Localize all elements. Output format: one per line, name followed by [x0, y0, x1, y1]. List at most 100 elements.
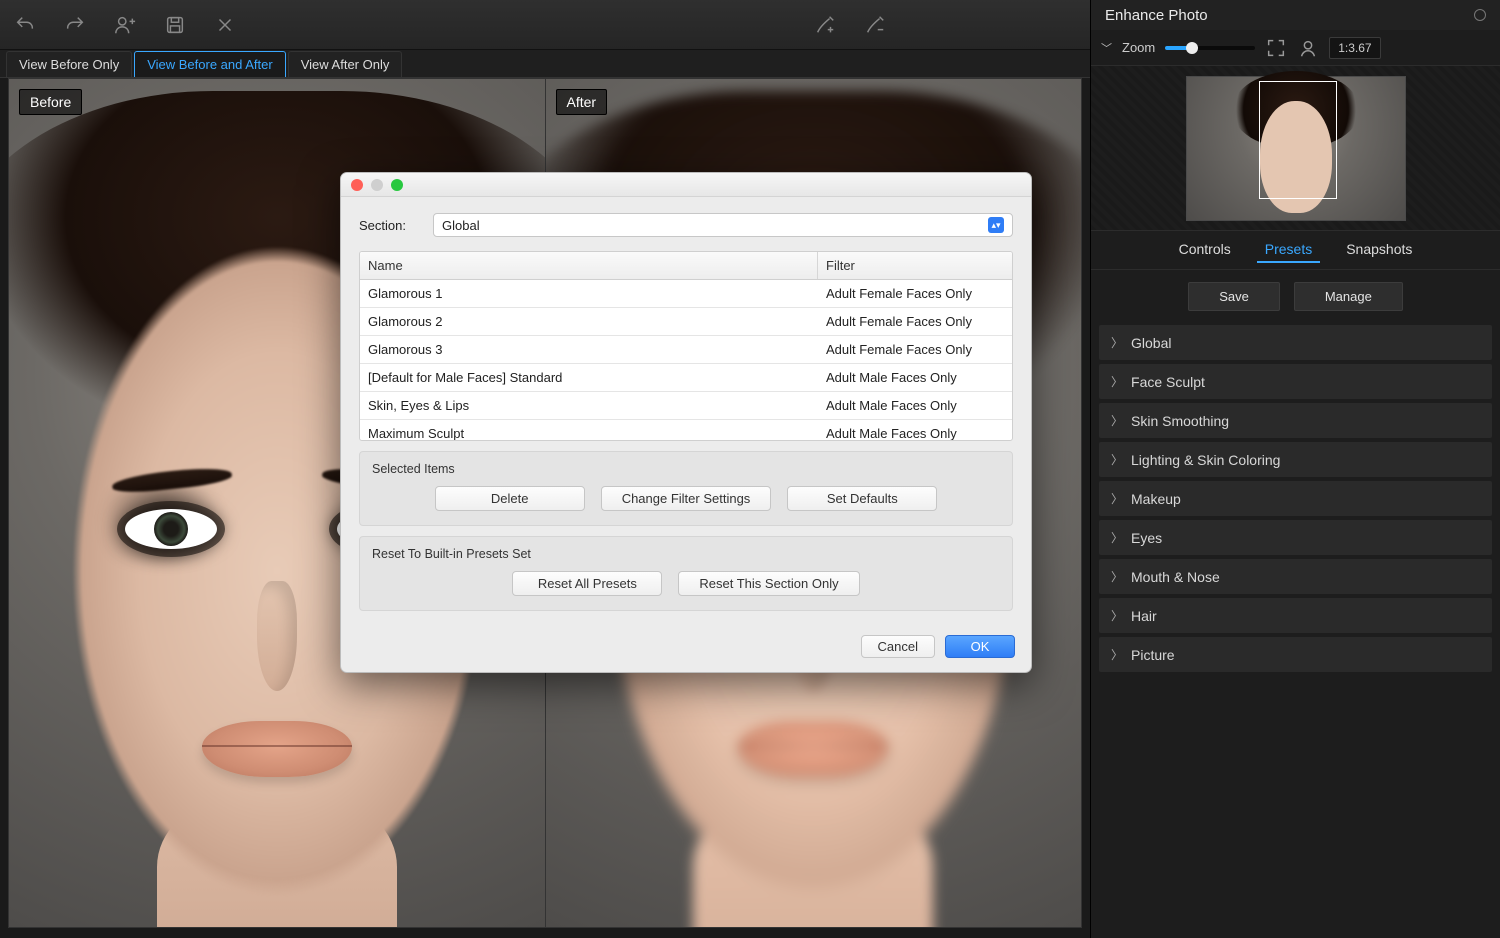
manage-preset-button[interactable]: Manage: [1294, 282, 1403, 311]
close-dot-icon[interactable]: [351, 179, 363, 191]
section-label: Global: [1131, 335, 1171, 351]
cell-name: Glamorous 1: [360, 280, 818, 307]
tab-view-before-after[interactable]: View Before and After: [134, 51, 286, 77]
table-row[interactable]: Glamorous 2Adult Female Faces Only: [360, 308, 1012, 336]
preset-actions: Save Manage: [1091, 270, 1500, 325]
add-person-icon[interactable]: [114, 14, 136, 36]
fit-screen-icon[interactable]: [1265, 37, 1287, 59]
change-filter-button[interactable]: Change Filter Settings: [601, 486, 772, 511]
section-label: Lighting & Skin Coloring: [1131, 452, 1280, 468]
col-name[interactable]: Name: [360, 252, 818, 279]
gear-icon[interactable]: [1474, 9, 1486, 21]
tab-presets[interactable]: Presets: [1257, 237, 1320, 263]
cell-filter: Adult Female Faces Only: [818, 308, 1012, 335]
section-label: Makeup: [1131, 491, 1181, 507]
section-select[interactable]: Global ▴▾: [433, 213, 1013, 237]
section-eyes[interactable]: 〉 Eyes: [1099, 520, 1492, 555]
cell-filter: Adult Female Faces Only: [818, 280, 1012, 307]
section-label: Mouth & Nose: [1131, 569, 1220, 585]
fit-face-icon[interactable]: [1297, 37, 1319, 59]
section-select-value: Global: [442, 218, 480, 233]
brush-minus-icon[interactable]: [864, 14, 886, 36]
navigator-viewport-rect[interactable]: [1259, 81, 1337, 199]
chevron-right-icon: 〉: [1111, 490, 1123, 507]
save-preset-button[interactable]: Save: [1188, 282, 1280, 311]
table-row[interactable]: Maximum SculptAdult Male Faces Only: [360, 420, 1012, 440]
zoom-row: ﹀ Zoom 1:3.67: [1091, 30, 1500, 66]
sidebar-tabs: Controls Presets Snapshots: [1091, 231, 1500, 270]
sidebar-title-row: Enhance Photo: [1091, 0, 1500, 30]
presets-table: Name Filter Glamorous 1Adult Female Face…: [359, 251, 1013, 441]
chevron-right-icon: 〉: [1111, 334, 1123, 351]
chevron-right-icon: 〉: [1111, 529, 1123, 546]
reset-all-button[interactable]: Reset All Presets: [512, 571, 662, 596]
dialog-titlebar[interactable]: [341, 173, 1031, 197]
zoom-label: Zoom: [1122, 40, 1155, 55]
reset-section-button[interactable]: Reset This Section Only: [678, 571, 859, 596]
table-header: Name Filter: [360, 252, 1012, 280]
chevron-right-icon: 〉: [1111, 451, 1123, 468]
preset-sections-list: 〉 Global 〉 Face Sculpt 〉 Skin Smoothing 〉 Light…: [1091, 325, 1500, 938]
zoom-slider[interactable]: [1165, 46, 1255, 50]
tab-controls[interactable]: Controls: [1171, 237, 1239, 263]
chevron-right-icon: 〉: [1111, 607, 1123, 624]
brush-plus-icon[interactable]: [814, 14, 836, 36]
before-label: Before: [19, 89, 82, 115]
right-sidebar: Enhance Photo ﹀ Zoom 1:3.67 Controls Pre…: [1090, 0, 1500, 938]
navigator-preview[interactable]: [1091, 66, 1500, 231]
tab-view-before[interactable]: View Before Only: [6, 51, 132, 77]
selected-items-group: Selected Items Delete Change Filter Sett…: [359, 451, 1013, 526]
zoom-value[interactable]: 1:3.67: [1329, 37, 1380, 59]
redo-icon[interactable]: [64, 14, 86, 36]
chevron-right-icon: 〉: [1111, 412, 1123, 429]
sidebar-title: Enhance Photo: [1105, 7, 1208, 24]
undo-icon[interactable]: [14, 14, 36, 36]
delete-button[interactable]: Delete: [435, 486, 585, 511]
section-picture[interactable]: 〉 Picture: [1099, 637, 1492, 672]
chevron-right-icon: 〉: [1111, 568, 1123, 585]
reset-group-title: Reset To Built-in Presets Set: [372, 547, 1000, 561]
reset-group: Reset To Built-in Presets Set Reset All …: [359, 536, 1013, 611]
tab-snapshots[interactable]: Snapshots: [1338, 237, 1420, 263]
section-label: Picture: [1131, 647, 1175, 663]
section-global[interactable]: 〉 Global: [1099, 325, 1492, 360]
table-row[interactable]: Glamorous 1Adult Female Faces Only: [360, 280, 1012, 308]
dropdown-arrows-icon: ▴▾: [988, 217, 1004, 233]
save-icon[interactable]: [164, 14, 186, 36]
col-filter[interactable]: Filter: [818, 252, 1012, 279]
cell-name: [Default for Male Faces] Standard: [360, 364, 818, 391]
chevron-down-icon[interactable]: ﹀: [1101, 40, 1112, 56]
section-face-sculpt[interactable]: 〉 Face Sculpt: [1099, 364, 1492, 399]
cell-name: Skin, Eyes & Lips: [360, 392, 818, 419]
table-row[interactable]: [Default for Male Faces] StandardAdult M…: [360, 364, 1012, 392]
section-label: Eyes: [1131, 530, 1162, 546]
cell-name: Glamorous 2: [360, 308, 818, 335]
section-skin-smoothing[interactable]: 〉 Skin Smoothing: [1099, 403, 1492, 438]
section-lighting-skin-coloring[interactable]: 〉 Lighting & Skin Coloring: [1099, 442, 1492, 477]
selected-items-title: Selected Items: [372, 462, 1000, 476]
zoom-dot-icon[interactable]: [391, 179, 403, 191]
manage-presets-dialog: Section: Global ▴▾ Name Filter Glamorous…: [340, 172, 1032, 673]
section-mouth-nose[interactable]: 〉 Mouth & Nose: [1099, 559, 1492, 594]
table-row[interactable]: Glamorous 3Adult Female Faces Only: [360, 336, 1012, 364]
after-label: After: [556, 89, 608, 115]
section-label: Face Sculpt: [1131, 374, 1205, 390]
ok-button[interactable]: OK: [945, 635, 1015, 658]
chevron-right-icon: 〉: [1111, 373, 1123, 390]
cell-name: Maximum Sculpt: [360, 420, 818, 440]
section-label: Skin Smoothing: [1131, 413, 1229, 429]
cell-filter: Adult Female Faces Only: [818, 336, 1012, 363]
section-makeup[interactable]: 〉 Makeup: [1099, 481, 1492, 516]
set-defaults-button[interactable]: Set Defaults: [787, 486, 937, 511]
reject-icon[interactable]: [214, 14, 236, 36]
table-row[interactable]: Skin, Eyes & LipsAdult Male Faces Only: [360, 392, 1012, 420]
cell-filter: Adult Male Faces Only: [818, 420, 1012, 440]
cell-filter: Adult Male Faces Only: [818, 364, 1012, 391]
section-hair[interactable]: 〉Hair: [1099, 598, 1492, 633]
cancel-button[interactable]: Cancel: [861, 635, 935, 658]
cell-name: Glamorous 3: [360, 336, 818, 363]
cell-filter: Adult Male Faces Only: [818, 392, 1012, 419]
chevron-right-icon: 〉: [1111, 646, 1123, 663]
tab-view-after[interactable]: View After Only: [288, 51, 403, 77]
section-label: Section:: [359, 218, 419, 233]
